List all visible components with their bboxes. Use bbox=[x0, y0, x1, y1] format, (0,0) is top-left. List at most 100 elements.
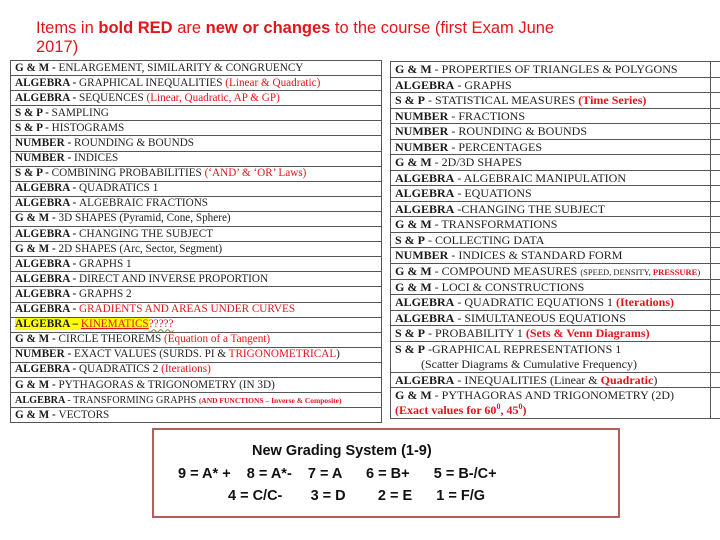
table-row: NUMBER - ROUNDING & BOUNDS bbox=[390, 123, 720, 140]
topic-label: HISTOGRAMS bbox=[51, 121, 125, 134]
topic-cell: ALGEBRA -CHANGING THE SUBJECT bbox=[390, 200, 711, 217]
table-row: ALGEBRA - EQUATIONS bbox=[390, 185, 720, 202]
subject-label: G & M - bbox=[15, 408, 59, 421]
topic-cell: NUMBER - PERCENTAGES bbox=[390, 138, 711, 155]
subject-label: ALGEBRA - bbox=[15, 182, 80, 195]
topic-label: SAMPLING bbox=[51, 106, 109, 119]
table-row: ALGEBRA - INEQUALITIES (Linear & Quadrat… bbox=[390, 371, 720, 388]
table-row: ALGEBRA - SEQUENCES (Linear, Quadratic, … bbox=[10, 90, 382, 107]
subject-label: G & M bbox=[395, 388, 432, 403]
table-row: ALGEBRA - GRAPHS 2 bbox=[10, 286, 382, 303]
subject-label: NUMBER bbox=[395, 248, 449, 263]
blank-cell bbox=[710, 138, 720, 155]
blank-cell bbox=[710, 61, 720, 78]
grading-row-2: 4 = C/C- 3 = D 2 = E 1 = F/G bbox=[228, 488, 486, 504]
subject-label: G & M bbox=[395, 217, 432, 232]
subject-label: ALGEBRA - bbox=[15, 272, 80, 285]
table-row: ALGEBRA - GRAPHICAL INEQUALITIES (Linear… bbox=[10, 75, 382, 92]
topic-label-highlighted: KINEMATICS bbox=[80, 318, 149, 331]
subject-label: ALGEBRA bbox=[395, 170, 455, 185]
topic-label: - ROUNDING & BOUNDS bbox=[448, 124, 588, 139]
subject-label: NUMBER bbox=[395, 108, 449, 123]
topic-label: - TRANSFORMING GRAPHS bbox=[67, 394, 199, 406]
table-row: G & M - VECTORS bbox=[10, 407, 382, 424]
blank-cell bbox=[710, 216, 720, 233]
blank-cell bbox=[710, 154, 720, 171]
topic-cell: ALGEBRA - SEQUENCES (Linear, Quadratic, … bbox=[10, 90, 382, 107]
table-row: ALGEBRA - SIMULTANEOUS EQUATIONS bbox=[390, 309, 720, 326]
blank-cell bbox=[710, 278, 720, 295]
topic-cell: ALGEBRA - ALGEBRAIC MANIPULATION bbox=[390, 169, 711, 186]
table-row: G & M - TRANSFORMATIONS bbox=[390, 216, 720, 233]
blank-cell bbox=[710, 169, 720, 186]
topic-cell: G & M - CIRCLE THEOREMS (Equation of a T… bbox=[10, 331, 382, 348]
subject-label: G & M bbox=[395, 263, 432, 278]
blank-cell bbox=[710, 262, 720, 280]
topic-label: 3D SHAPES (Pyramid, Cone, Sphere) bbox=[58, 212, 231, 225]
topic-label: QUADRATICS 2 bbox=[79, 363, 162, 376]
topic-label: - PROBABILITY 1 bbox=[425, 326, 526, 341]
topic-label: - SIMULTANEOUS EQUATIONS bbox=[454, 310, 626, 325]
blank-cell bbox=[710, 200, 720, 217]
subject-label-highlighted: ALGEBRA – bbox=[15, 318, 81, 331]
topic-label: - TRANSFORMATIONS bbox=[431, 217, 558, 232]
topic-label: PYTHAGORAS & TRIGONOMETRY (IN 3D) bbox=[58, 378, 275, 391]
table-row: G & M - PROPERTIES OF TRIANGLES & POLYGO… bbox=[390, 61, 720, 78]
topic-cell: G & M - 2D SHAPES (Arc, Sector, Segment) bbox=[10, 241, 382, 258]
table-row: G & M - CIRCLE THEOREMS (Equation of a T… bbox=[10, 331, 382, 348]
table-row: NUMBER - PERCENTAGES bbox=[390, 138, 720, 155]
topic-cell: S & P -GRAPHICAL REPRESENTATIONS 1 (Scatt… bbox=[390, 340, 711, 373]
topic-label: DIRECT AND INVERSE PROPORTION bbox=[79, 272, 269, 285]
subject-label: G & M bbox=[395, 155, 432, 170]
subject-label: ALGEBRA - bbox=[15, 227, 80, 240]
subject-label: G & M - bbox=[15, 61, 59, 74]
blank-cell bbox=[710, 309, 720, 326]
topic-cell: NUMBER - FRACTIONS bbox=[390, 107, 711, 124]
new-content-note: (‘AND’ & ‘OR’ Laws) bbox=[204, 167, 307, 180]
table-row: G & M - 2D/3D SHAPES bbox=[390, 154, 720, 171]
topic-cell: ALGEBRA - INEQUALITIES (Linear & Quadrat… bbox=[390, 371, 711, 388]
subject-label: G & M bbox=[395, 279, 432, 294]
topic-label: VECTORS bbox=[58, 408, 110, 421]
topic-cell: ALGEBRA - GRAPHS bbox=[390, 76, 711, 93]
new-content-note: (Iterations) bbox=[161, 363, 211, 376]
topic-cell: NUMBER - ROUNDING & BOUNDS bbox=[10, 135, 382, 152]
topic-cell: S & P - SAMPLING bbox=[10, 105, 382, 122]
query-marks: ????? bbox=[148, 318, 174, 331]
table-row: S & P - COLLECTING DATA bbox=[390, 231, 720, 248]
topic-cell: G & M - 3D SHAPES (Pyramid, Cone, Sphere… bbox=[10, 210, 382, 228]
subject-label: NUMBER - bbox=[15, 152, 75, 165]
exact-values-text: , 45 bbox=[500, 403, 519, 417]
subject-label: ALGEBRA bbox=[395, 295, 455, 310]
topic-cell: ALGEBRA - CHANGING THE SUBJECT bbox=[10, 226, 382, 243]
topic-cell: NUMBER - ROUNDING & BOUNDS bbox=[390, 123, 711, 140]
topic-label: - 2D/3D SHAPES bbox=[431, 155, 523, 170]
new-content-note: (Equation of a Tangent) bbox=[163, 333, 271, 346]
subject-label: S & P bbox=[395, 326, 425, 341]
topic-label: - FRACTIONS bbox=[448, 108, 526, 123]
topic-cell: S & P - COLLECTING DATA bbox=[390, 231, 711, 248]
topic-cell: S & P - HISTOGRAMS bbox=[10, 120, 382, 137]
topic-label: GRAPHS 1 bbox=[79, 257, 132, 270]
subject-label: S & P bbox=[395, 232, 425, 247]
subject-label: NUMBER - bbox=[15, 137, 75, 150]
subject-label: G & M - bbox=[15, 333, 59, 346]
topic-label: SEQUENCES bbox=[79, 91, 147, 104]
subject-label: ALGEBRA - bbox=[15, 197, 80, 210]
subject-label: ALGEBRA - bbox=[15, 91, 80, 104]
table-row: ALGEBRA - QUADRATICS 1 bbox=[10, 180, 382, 197]
subject-label: ALGEBRA - bbox=[15, 257, 80, 270]
topic-label: -CHANGING THE SUBJECT bbox=[454, 201, 606, 216]
table-row: ALGEBRA - DIRECT AND INVERSE PROPORTION bbox=[10, 271, 382, 288]
topic-cell: G & M - PROPERTIES OF TRIANGLES & POLYGO… bbox=[390, 61, 711, 78]
topic-cell: G & M - ENLARGEMENT, SIMILARITY & CONGRU… bbox=[10, 59, 382, 77]
topic-label: - GRAPHS bbox=[454, 77, 512, 92]
subject-label: S & P - bbox=[15, 121, 52, 134]
subject-label: ALGEBRA bbox=[15, 394, 68, 406]
topic-cell: NUMBER - EXACT VALUES (SURDS. PI & TRIGO… bbox=[10, 346, 382, 363]
blank-cell bbox=[710, 294, 720, 311]
new-content-note: (Linear & Quadratic) bbox=[225, 76, 321, 89]
topic-cell: NUMBER - INDICES & STANDARD FORM bbox=[390, 247, 711, 264]
intro-bold-red: bold RED bbox=[98, 19, 173, 37]
subject-label: ALGEBRA - bbox=[15, 303, 80, 316]
